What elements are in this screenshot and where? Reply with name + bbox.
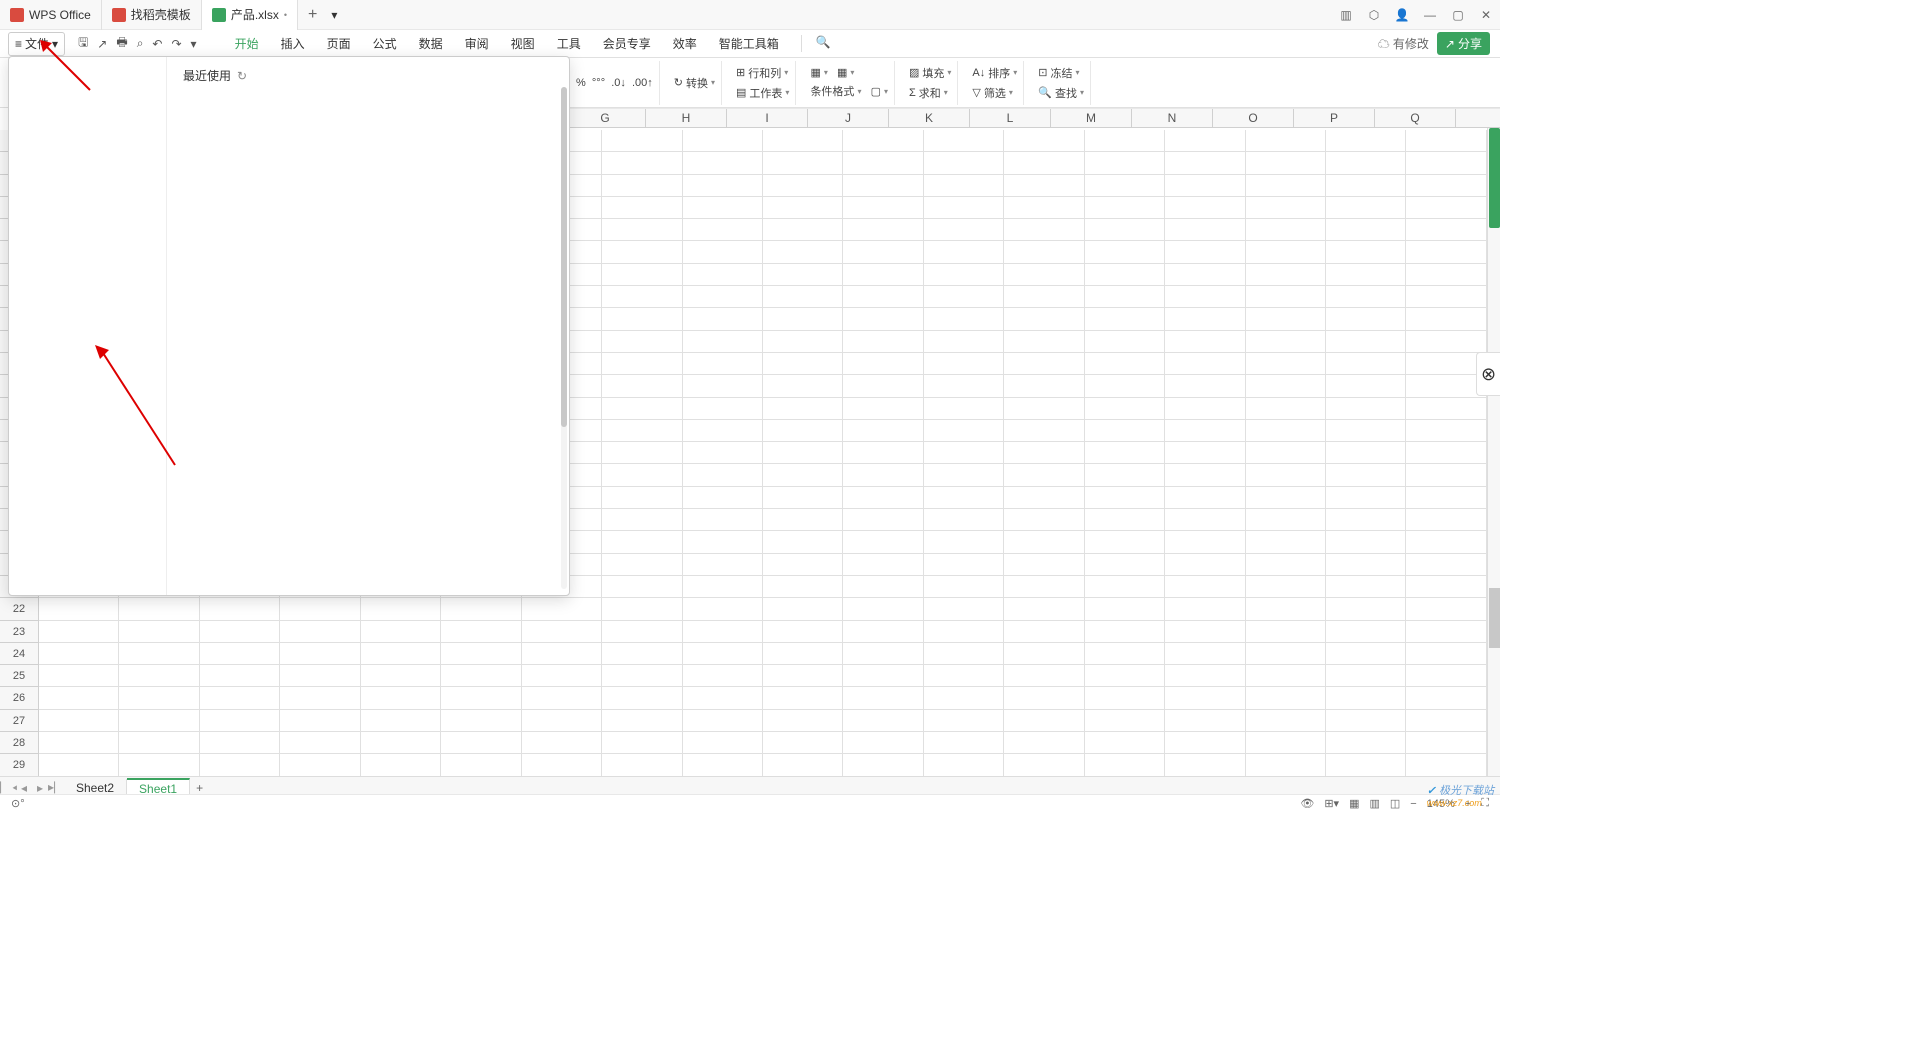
freeze-button[interactable]: ⊡ 冻结▾ [1038,65,1084,81]
menu-insert[interactable]: 插入 [281,35,305,52]
convert-button[interactable]: ↻ 转换▾ [674,75,715,91]
cond-format-button[interactable]: 条件格式▾ ▢▾ [810,83,888,99]
wps-icon [10,8,24,22]
row-header[interactable]: 25 [0,665,38,687]
menu-efficiency[interactable]: 效率 [673,35,697,52]
col-header[interactable]: K [889,109,970,127]
menu-page[interactable]: 页面 [327,35,351,52]
last-sheet-button[interactable]: ▸⎸ [48,780,64,795]
next-sheet-button[interactable]: ▸ [32,781,48,795]
row-header[interactable]: 27 [0,710,38,732]
menu-start[interactable]: 开始 [235,35,259,52]
chevron-down-icon: ▾ [331,8,337,22]
title-bar: WPS Office 找稻壳模板 产品.xlsx• + ▾ ▥ ⬡ 👤 — ▢ … [0,0,1500,30]
col-header[interactable]: N [1132,109,1213,127]
worksheet-button[interactable]: ▤ 工作表▾ [736,85,789,101]
col-header[interactable]: J [808,109,889,127]
main-menus: 开始 插入 页面 公式 数据 审阅 视图 工具 会员专享 效率 智能工具箱 🔍 [205,35,831,52]
percent-icon[interactable]: % °°° .0↓ .00↑ [576,77,653,89]
file-menu-popup: 最近使用 ↻ [8,56,570,596]
app-tab-wps[interactable]: WPS Office [0,0,102,30]
row-header[interactable]: 28 [0,732,38,754]
panel-icon[interactable]: ▥ [1332,1,1360,29]
row-header[interactable]: 23 [0,621,38,643]
add-sheet-button[interactable]: + [190,781,209,795]
template-icon [112,8,126,22]
table-icon[interactable]: ▦▾ ▦▾ [810,66,888,79]
annotation-arrow-2 [95,345,185,475]
sort-button[interactable]: A↓ 排序▾ [972,65,1017,81]
fill-button[interactable]: ▨ 填充▾ [909,65,951,81]
prev-sheet-button[interactable]: ◂ [16,781,32,795]
search-icon[interactable]: 🔍 [801,35,831,52]
watermark: ✓ 极光下载站www.xz7.com [1427,782,1494,808]
filter-button[interactable]: ▽ 筛选▾ [972,85,1017,101]
col-header[interactable]: G [565,109,646,127]
col-header[interactable]: Q [1375,109,1456,127]
app-tab-document[interactable]: 产品.xlsx • [202,0,298,30]
rowcol-button[interactable]: ⊞ 行和列▾ [736,65,789,81]
recent-panel: 最近使用 ↻ [167,57,569,595]
tab-label: WPS Office [29,8,91,22]
row-header[interactable]: 29 [0,754,38,776]
menu-ai[interactable]: 智能工具箱 [719,35,779,52]
find-button[interactable]: 🔍 查找▾ [1038,85,1084,101]
file-menu-list [9,57,167,595]
new-tab-button[interactable]: + [298,0,327,30]
tab-label: 找稻壳模板 [131,6,191,23]
col-header[interactable]: H [646,109,727,127]
col-header[interactable]: P [1294,109,1375,127]
annotation-arrow-1 [40,40,100,100]
menu-view[interactable]: 视图 [511,35,535,52]
eye-icon[interactable]: 👁 [1295,797,1319,810]
cloud-changes[interactable]: ☁ 有修改 [1378,35,1429,52]
col-header[interactable]: I [727,109,808,127]
menu-tools[interactable]: 工具 [557,35,581,52]
tab-label: 产品.xlsx [231,6,279,23]
recent-title: 最近使用 [183,67,231,84]
col-header[interactable]: L [970,109,1051,127]
cube-icon[interactable]: ⬡ [1360,1,1388,29]
recent-scrollbar[interactable] [561,87,567,589]
close-button[interactable]: ✕ [1472,1,1500,29]
menu-vip[interactable]: 会员专享 [603,35,651,52]
menu-review[interactable]: 审阅 [465,35,489,52]
user-avatar[interactable]: 👤 [1388,1,1416,29]
row-header[interactable]: 26 [0,687,38,709]
side-panel-toggle[interactable]: ⊗ [1476,352,1500,396]
maximize-button[interactable]: ▢ [1444,1,1472,29]
menu-bar: ≡ 文件 ▾ 🖫 ↗ 🖶 ⌕ ↶ ↷ ▾ 开始 插入 页面 公式 数据 审阅 视… [0,30,1500,58]
redo-icon[interactable]: ↷ [171,37,181,51]
view-break-icon[interactable]: ◫ [1385,797,1405,810]
minimize-button[interactable]: — [1416,1,1444,29]
col-header[interactable]: O [1213,109,1294,127]
share-button[interactable]: ↗ 分享 [1437,32,1490,55]
print-icon[interactable]: 🖶 [116,33,127,54]
row-header[interactable]: 24 [0,643,38,665]
grid-icon[interactable]: ⊞▾ [1319,797,1344,810]
dirty-indicator: • [284,10,287,20]
first-sheet-button[interactable]: ⎸◂ [0,780,16,795]
row-header[interactable]: 22 [0,598,38,620]
preview-icon[interactable]: ⌕ [137,36,144,51]
refresh-icon[interactable]: ↻ [237,69,247,83]
sum-button[interactable]: Σ 求和▾ [909,85,951,101]
status-bar: ⊙° 👁 ⊞▾ ▦ ▥ ◫ − 145% + ⛶ [0,794,1500,812]
view-normal-icon[interactable]: ▦ [1344,797,1364,810]
view-page-icon[interactable]: ▥ [1364,797,1384,810]
undo-icon[interactable]: ↶ [152,37,162,51]
col-header[interactable]: M [1051,109,1132,127]
tab-list-button[interactable]: ▾ [327,0,341,30]
plus-icon: + [308,6,317,24]
app-tab-template[interactable]: 找稻壳模板 [102,0,202,30]
record-icon[interactable]: ⊙° [6,797,30,810]
menu-data[interactable]: 数据 [419,35,443,52]
sheet-icon [212,8,226,22]
more-qat-icon[interactable]: ▾ [191,37,197,51]
menu-formula[interactable]: 公式 [373,35,397,52]
vertical-scrollbar[interactable] [1487,128,1500,780]
zoom-out-button[interactable]: − [1405,798,1421,810]
